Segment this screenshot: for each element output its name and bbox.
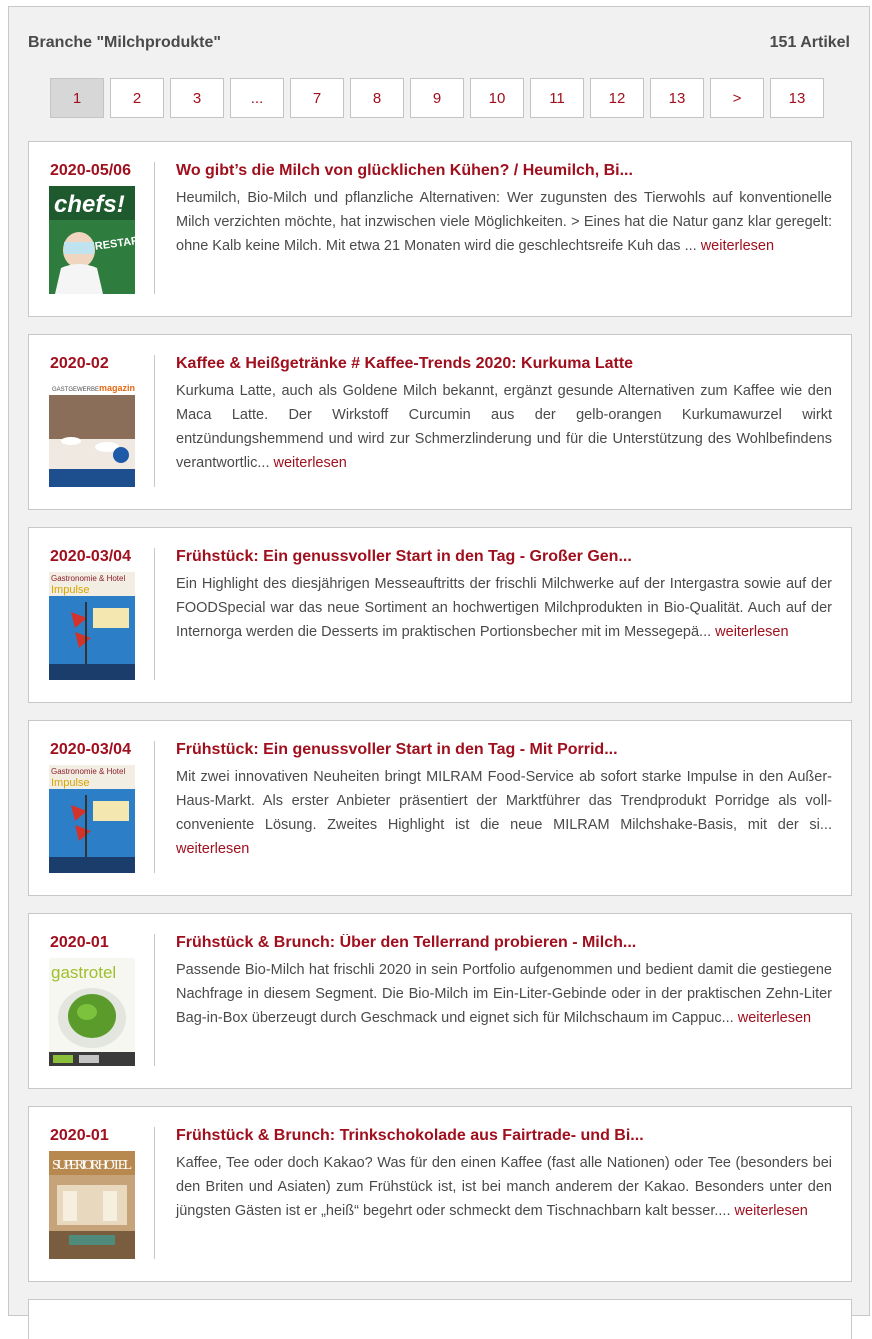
magazine-cover-gastrotel[interactable]: gastrotel	[49, 958, 135, 1066]
read-more-link[interactable]: weiterlesen	[735, 1203, 808, 1219]
page-12-link[interactable]: 12	[590, 78, 644, 118]
read-more-link[interactable]: weiterlesen	[701, 238, 774, 254]
cover-logo: gastrotel	[51, 963, 116, 982]
magazine-cover-impulse[interactable]: Gastronomie & Hotel Impulse	[49, 765, 135, 873]
article-count: 151 Artikel	[769, 34, 850, 51]
page-2-link[interactable]: 2	[110, 78, 164, 118]
magazine-cover-image: gastrotel	[49, 958, 135, 1066]
divider	[154, 548, 155, 680]
article-teaser: Passende Bio-Milch hat frischli 2020 in …	[176, 958, 832, 1030]
read-more-link[interactable]: weiterlesen	[274, 455, 347, 471]
article-teaser: Ein Highlight des diesjährigen Messeauft…	[176, 572, 832, 644]
cover-logo: SUPERIOR HOTEL	[52, 1158, 132, 1173]
page-ellipsis[interactable]: ...	[230, 78, 284, 118]
article-date: 2020-03/04	[50, 548, 131, 565]
teaser-text: Mit zwei innovativen Neuheiten bringt MI…	[176, 769, 832, 833]
divider	[154, 934, 155, 1066]
pagination: 1 2 3 ... 7 8 9 10 11 12 13 > 13	[50, 78, 830, 118]
article-card-partial	[28, 1299, 852, 1339]
magazine-cover-superior-hotel[interactable]: SUPERIOR HOTEL	[49, 1151, 135, 1259]
cover-logo: chefs!	[54, 191, 125, 218]
article-title-link[interactable]: Wo gibt’s die Milch von glücklichen Kühe…	[176, 162, 836, 180]
read-more-link[interactable]: weiterlesen	[715, 624, 788, 640]
magazine-cover-image: SUPERIOR HOTEL	[49, 1151, 135, 1259]
page-1-current[interactable]: 1	[50, 78, 104, 118]
magazine-cover-image: Gastronomie & Hotel Impulse	[49, 572, 135, 680]
cover-logo: Gastronomie & Hotel	[51, 767, 125, 776]
article-title-link[interactable]: Frühstück & Brunch: Über den Tellerrand …	[176, 934, 836, 952]
magazine-cover-image: GASTGEWERBE magazin	[49, 379, 135, 487]
article-list: 2020-05/06 chefs! RESTART Wo gibt’s die …	[28, 141, 852, 1339]
magazine-cover-impulse[interactable]: Gastronomie & Hotel Impulse	[49, 572, 135, 680]
article-teaser: Heumilch, Bio-Milch und pflanzliche Alte…	[176, 186, 832, 258]
cover-logo-accent: Impulse	[51, 777, 90, 789]
article-title-link[interactable]: Frühstück: Ein genussvoller Start in den…	[176, 548, 836, 566]
last-page-link[interactable]: 13	[770, 78, 824, 118]
article-title-link[interactable]: Kaffee & Heißgetränke # Kaffee-Trends 20…	[176, 355, 836, 373]
cover-logo-accent: magazin	[99, 383, 135, 393]
article-date: 2020-05/06	[50, 162, 131, 179]
page-9-link[interactable]: 9	[410, 78, 464, 118]
page-13-link[interactable]: 13	[650, 78, 704, 118]
page-7-link[interactable]: 7	[290, 78, 344, 118]
divider	[154, 1127, 155, 1259]
article-card: 2020-03/04 Gastronomie & Hotel Impulse F…	[28, 527, 852, 703]
list-header: Branche "Milchprodukte" 151 Artikel	[28, 34, 850, 52]
teaser-text: Passende Bio-Milch hat frischli 2020 in …	[176, 962, 832, 1026]
article-card: 2020-02 GASTGEWERBE magazin Kaffee & Hei…	[28, 334, 852, 510]
article-date: 2020-03/04	[50, 741, 131, 758]
next-page-button[interactable]: >	[710, 78, 764, 118]
cover-logo: Gastronomie & Hotel	[51, 574, 125, 583]
magazine-cover-gastgewerbe[interactable]: GASTGEWERBE magazin	[49, 379, 135, 487]
article-title-link[interactable]: Frühstück & Brunch: Trinkschokolade aus …	[176, 1127, 836, 1145]
article-card: 2020-01 SUPERIOR HOTEL Frühstück & Brunc…	[28, 1106, 852, 1282]
article-title-link[interactable]: Frühstück: Ein genussvoller Start in den…	[176, 741, 836, 759]
article-card: 2020-03/04 Gastronomie & Hotel Impulse F…	[28, 720, 852, 896]
article-date: 2020-02	[50, 355, 109, 372]
cover-logo: GASTGEWERBE	[52, 387, 99, 393]
magazine-cover-image: chefs! RESTART	[49, 186, 135, 294]
magazine-cover-chefs[interactable]: chefs! RESTART	[49, 186, 135, 294]
branch-title: Branche "Milchprodukte"	[28, 34, 221, 51]
article-teaser: Kaffee, Tee oder doch Kakao? Was für den…	[176, 1151, 832, 1223]
article-list-panel: Branche "Milchprodukte" 151 Artikel 1 2 …	[8, 6, 870, 1339]
read-more-link[interactable]: weiterlesen	[176, 841, 249, 857]
divider	[154, 162, 155, 294]
page-10-link[interactable]: 10	[470, 78, 524, 118]
article-date: 2020-01	[50, 934, 109, 951]
page-3-link[interactable]: 3	[170, 78, 224, 118]
magazine-cover-image: Gastronomie & Hotel Impulse	[49, 765, 135, 873]
article-card: 2020-05/06 chefs! RESTART Wo gibt’s die …	[28, 141, 852, 317]
read-more-link[interactable]: weiterlesen	[738, 1010, 811, 1026]
article-teaser: Kurkuma Latte, auch als Goldene Milch be…	[176, 379, 832, 475]
article-card: 2020-01 gastrotel Frühstück & Brunch: Üb…	[28, 913, 852, 1089]
divider	[154, 741, 155, 873]
article-teaser: Mit zwei innovativen Neuheiten bringt MI…	[176, 765, 832, 861]
page-8-link[interactable]: 8	[350, 78, 404, 118]
divider	[154, 355, 155, 487]
page-11-link[interactable]: 11	[530, 78, 584, 118]
cover-logo-accent: Impulse	[51, 584, 90, 596]
article-date: 2020-01	[50, 1127, 109, 1144]
